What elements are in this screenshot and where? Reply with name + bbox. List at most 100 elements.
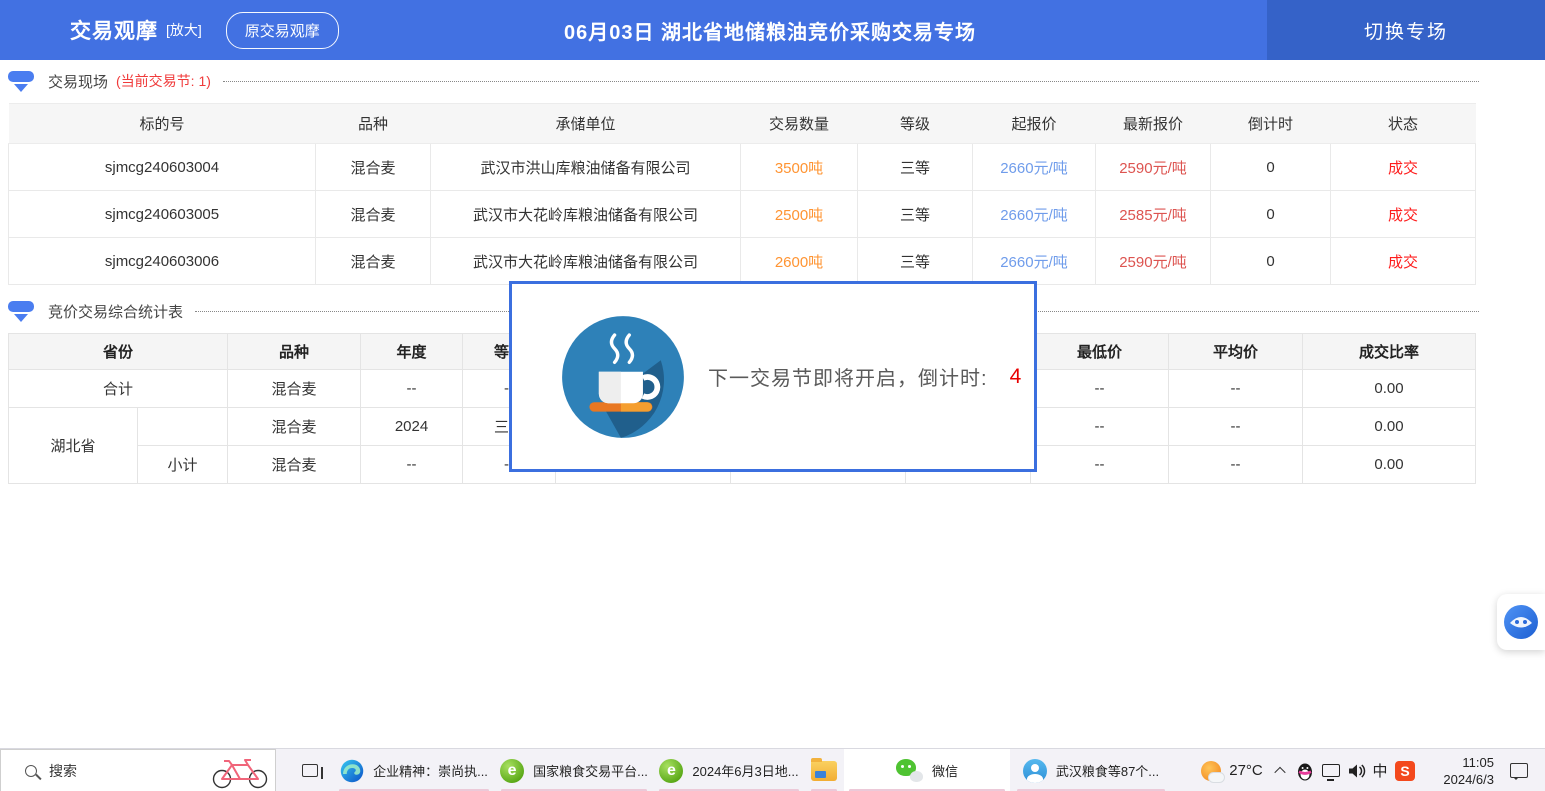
cell-latest-price: 2590元/吨 [1096,238,1211,285]
grain-group-label: 武汉粮食等87个... [1056,761,1159,780]
col-quantity: 交易数量 [741,104,858,144]
cell-min-price: -- [1031,408,1169,446]
task-view-button[interactable] [292,749,328,791]
tray-qq[interactable] [1292,749,1318,791]
cell-min-price: -- [1031,370,1169,408]
taskbar-item-edge[interactable]: 企业精神：崇尚执... [334,749,494,791]
sogou-icon: S [1395,761,1415,781]
col-variety: 品种 [228,334,361,370]
cell-start-price: 2660元/吨 [973,238,1096,285]
taskbar-item-wechat[interactable]: 微信 [844,749,1010,791]
cell-year: -- [361,446,463,484]
cell-depot: 武汉市洪山库粮油储备有限公司 [431,144,741,191]
notification-icon [1510,763,1528,778]
cell-province: 湖北省 [9,408,138,484]
taskbar-item-session-doc[interactable]: e 2024年6月3日地... [654,749,804,791]
cell-deal-ratio: 0.00 [1303,408,1476,446]
cell-variety: 混合麦 [316,144,431,191]
tray-ime[interactable]: 中 [1368,749,1392,791]
cell-avg-price: -- [1169,408,1303,446]
trade-table: 标的号 品种 承储单位 交易数量 等级 起报价 最新报价 倒计时 状态 sjmc… [8,103,1476,285]
col-variety: 品种 [316,104,431,144]
col-avg-price: 平均价 [1169,334,1303,370]
cell-latest-price: 2585元/吨 [1096,191,1211,238]
wechat-label: 微信 [932,761,958,780]
zoom-link[interactable]: [放大] [166,20,202,40]
taskbar-item-grain-group[interactable]: 武汉粮食等87个... [1012,749,1170,791]
cell-status: 成交 [1331,191,1476,238]
contact-person-icon [1023,759,1047,783]
switch-session-button[interactable]: 切换专场 [1267,0,1545,60]
col-min-price: 最低价 [1031,334,1169,370]
cell-variety: 混合麦 [316,191,431,238]
taskbar-item-explorer[interactable] [806,749,842,791]
cell-status: 成交 [1331,144,1476,191]
cell-status: 成交 [1331,238,1476,285]
table-row[interactable]: sjmcg240603005 混合麦 武汉市大花岭库粮油储备有限公司 2500吨… [9,191,1476,238]
col-province: 省份 [9,334,228,370]
task-view-icon [302,764,318,777]
dotted-divider [223,81,1479,82]
cell-subgroup [138,408,228,446]
service-icon [1503,604,1539,640]
tray-expand-button[interactable] [1268,749,1292,791]
countdown-modal: 下一交易节即将开启，倒计时: 4 [509,281,1037,472]
coffee-cup-icon [560,314,686,440]
cell-depot: 武汉市大花岭库粮油储备有限公司 [431,238,741,285]
tray-sogou[interactable]: S [1392,749,1418,791]
cell-year: 2024 [361,408,463,446]
header-left: 交易观摩 [放大] 原交易观摩 [70,0,339,60]
col-latest-price: 最新报价 [1096,104,1211,144]
taskbar: 搜索 企业精神：崇尚执... e 国家粮食交易平台... e [0,748,1545,791]
session-title: 06月03日 湖北省地储粮油竞价采购交易专场 [380,0,1160,60]
cell-bid-no: sjmcg240603004 [9,144,316,191]
live-section-header: 交易现场 (当前交易节: 1) [8,66,1481,96]
service-float-button[interactable] [1497,594,1545,650]
cell-variety: 混合麦 [228,446,361,484]
original-view-button[interactable]: 原交易观摩 [226,12,339,49]
app-title: 交易观摩 [70,15,158,45]
tray-volume[interactable] [1344,749,1370,791]
folder-icon [811,761,837,781]
cell-quantity: 3500吨 [741,144,858,191]
browser-icon: e [500,759,524,783]
table-row[interactable]: sjmcg240603006 混合麦 武汉市大花岭库粮油储备有限公司 2600吨… [9,238,1476,285]
qq-penguin-icon [1296,760,1314,781]
browser-icon: e [659,759,683,783]
taskbar-item-grain-platform[interactable]: e 国家粮食交易平台... [496,749,652,791]
taskbar-clock[interactable]: 11:05 2024/6/3 [1420,749,1496,791]
search-input[interactable]: 搜索 [0,749,276,791]
cell-year: -- [361,370,463,408]
col-depot: 承储单位 [431,104,741,144]
browser-window-title: 2024年6月3日地... [692,761,798,780]
trade-table-header-row: 标的号 品种 承储单位 交易数量 等级 起报价 最新报价 倒计时 状态 [9,104,1476,144]
cell-deal-ratio: 0.00 [1303,370,1476,408]
col-year: 年度 [361,334,463,370]
current-session-note: (当前交易节: 1) [116,71,211,91]
wechat-icon [896,759,923,783]
table-row[interactable]: sjmcg240603004 混合麦 武汉市洪山库粮油储备有限公司 3500吨 … [9,144,1476,191]
col-countdown: 倒计时 [1211,104,1331,144]
cell-min-price: -- [1031,446,1169,484]
cell-variety: 混合麦 [316,238,431,285]
col-bid-no: 标的号 [9,104,316,144]
notification-center-button[interactable] [1502,749,1536,791]
speaker-icon [1348,763,1366,779]
search-label: 搜索 [49,761,77,781]
cell-quantity: 2600吨 [741,238,858,285]
col-deal-ratio: 成交比率 [1303,334,1476,370]
tray-network[interactable] [1318,749,1344,791]
cell-bid-no: sjmcg240603005 [9,191,316,238]
cell-grade: 三等 [858,191,973,238]
cell-latest-price: 2590元/吨 [1096,144,1211,191]
cell-avg-price: -- [1169,446,1303,484]
search-icon [25,765,37,777]
countdown-message: 下一交易节即将开启，倒计时: [708,362,988,391]
edge-icon [340,759,364,783]
stats-section-title: 竞价交易综合统计表 [48,301,183,322]
cell-bid-no: sjmcg240603006 [9,238,316,285]
cell-province: 合计 [9,370,228,408]
browser-window-title: 国家粮食交易平台... [533,761,648,780]
temperature-label: 27°C [1229,762,1263,779]
network-display-icon [1322,764,1340,777]
